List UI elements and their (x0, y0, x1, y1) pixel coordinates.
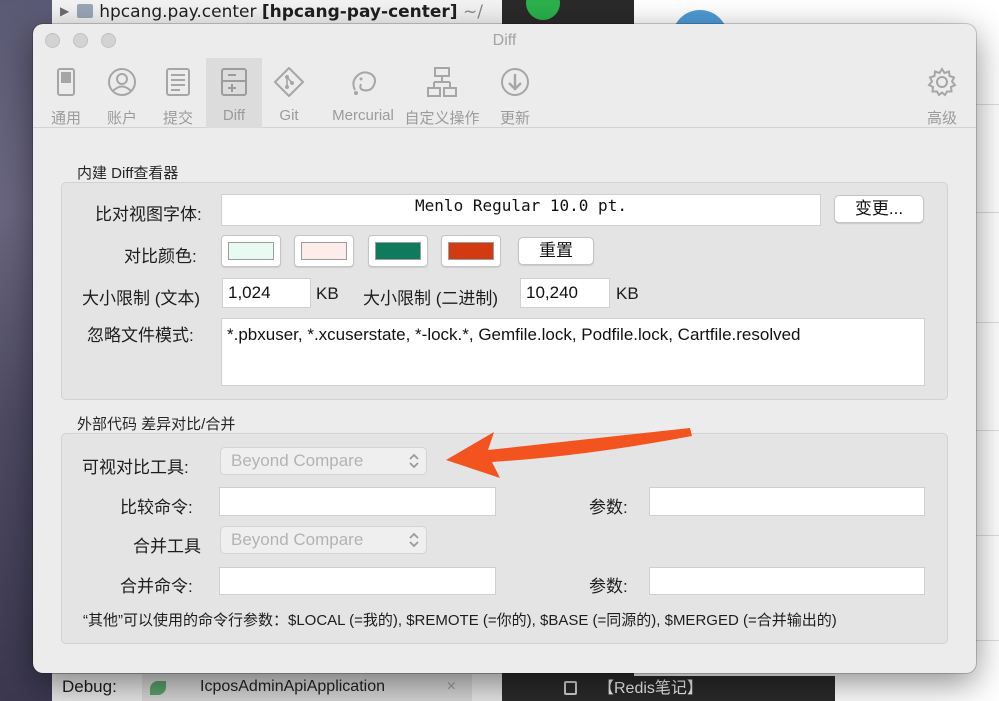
title-bar[interactable]: Diff (33, 24, 976, 58)
added-highlight-fill (375, 242, 421, 260)
note-tab-bar[interactable]: 【Redis笔记】 (502, 676, 835, 701)
tab-accounts-label: 账户 (106, 110, 137, 127)
ide-debug-bar: Debug: IcposAdminApiApplication × (52, 673, 502, 701)
merge-tool-value: Beyond Compare (231, 530, 364, 549)
color-label: 对比颜色: (124, 247, 197, 266)
diff-icon (218, 66, 250, 98)
added-highlight-swatch[interactable] (368, 235, 428, 267)
change-font-button[interactable]: 变更... (834, 195, 924, 223)
ignore-pattern-label: 忽略文件模式: (87, 326, 194, 345)
tab-diff-label: Diff (222, 107, 246, 124)
compare-command-input[interactable] (219, 487, 496, 516)
compare-command-label: 比较命令: (120, 498, 193, 517)
compare-args-label: 参数: (589, 498, 628, 517)
switch-icon (50, 66, 82, 98)
reset-colors-button[interactable]: 重置 (518, 237, 594, 265)
removed-highlight-swatch[interactable] (441, 235, 501, 267)
command-variables-note: “其他”可以使用的命令行参数：$LOCAL (=我的), $REMOTE (=你… (83, 612, 837, 629)
close-tab-icon[interactable]: × (447, 674, 456, 700)
added-color-fill (228, 242, 274, 260)
project-path: ~/ (463, 2, 483, 22)
tab-accounts[interactable]: 账户 (95, 58, 149, 128)
tab-git[interactable]: Git (263, 58, 315, 128)
project-name: hpcang.pay.center (99, 2, 257, 22)
tab-commit-label: 提交 (162, 110, 193, 127)
tab-git-label: Git (279, 107, 299, 124)
run-config-name: IcposAdminApiApplication (200, 678, 385, 695)
commit-icon (162, 66, 194, 98)
size-limit-binary-input[interactable]: 10,240 (520, 278, 610, 308)
folder-icon (77, 4, 94, 18)
compare-args-input[interactable] (649, 487, 925, 516)
tab-custom-actions[interactable]: 自定义操作 (400, 58, 484, 128)
ide-project-tree-row[interactable]: ▶ hpcang.pay.center [hpcang-pay-center] ~… (52, 0, 507, 24)
tab-advanced-label: 高级 (926, 110, 957, 127)
tab-advanced[interactable]: 高级 (915, 58, 969, 128)
merge-tool-select[interactable]: Beyond Compare (220, 526, 427, 554)
tab-custom-actions-label: 自定义操作 (404, 110, 480, 127)
tab-general-label: 通用 (50, 110, 81, 127)
tab-mercurial[interactable]: Mercurial (318, 58, 408, 128)
removed-color-fill (301, 242, 347, 260)
font-display-field: Menlo Regular 10.0 pt. (221, 194, 821, 226)
tab-diff[interactable]: Diff (206, 58, 262, 128)
expand-triangle-icon[interactable]: ▶ (60, 0, 69, 22)
spring-leaf-icon (150, 681, 166, 695)
account-icon (106, 66, 138, 98)
custom-actions-icon (426, 66, 458, 98)
update-icon (499, 66, 531, 98)
project-module: [hpcang-pay-center] (261, 2, 458, 22)
external-diff-group-title: 外部代码 差异对比/合并 (77, 416, 236, 433)
git-icon (273, 66, 305, 98)
debug-label: Debug: (62, 677, 117, 696)
preferences-window: Diff 通用 账户 提交 Diff Git Mercurial 自定义操作 更… (33, 24, 976, 673)
tab-mercurial-label: Mercurial (332, 107, 394, 124)
size-limit-text-label: 大小限制 (文本) (82, 289, 201, 308)
visual-tool-value: Beyond Compare (231, 451, 364, 470)
merge-tool-label: 合并工具 (133, 537, 201, 556)
ignore-pattern-textarea[interactable]: *.pbxuser, *.xcuserstate, *-lock.*, Gemf… (221, 318, 925, 386)
mercurial-icon (347, 66, 379, 98)
visual-tool-select[interactable]: Beyond Compare (220, 447, 427, 475)
gear-icon (926, 66, 958, 98)
removed-highlight-fill (448, 242, 494, 260)
removed-color-swatch[interactable] (294, 235, 354, 267)
tab-general[interactable]: 通用 (39, 58, 93, 128)
note-tab-title: 【Redis笔记】 (598, 680, 703, 697)
updown-chevron-icon (408, 531, 420, 549)
merge-args-input[interactable] (649, 567, 925, 595)
tab-commit[interactable]: 提交 (151, 58, 205, 128)
merge-args-label: 参数: (589, 577, 628, 596)
merge-command-label: 合并命令: (120, 577, 193, 596)
font-label: 比对视图字体: (95, 205, 202, 224)
builtin-diff-group-title: 内建 Diff查看器 (77, 165, 179, 182)
note-icon (564, 681, 577, 695)
tab-update-label: 更新 (499, 110, 530, 127)
added-color-swatch[interactable] (221, 235, 281, 267)
merge-command-input[interactable] (219, 567, 496, 595)
preferences-toolbar: 通用 账户 提交 Diff Git Mercurial 自定义操作 更新 高级 (33, 58, 976, 128)
tab-update[interactable]: 更新 (488, 58, 542, 128)
size-limit-binary-label: 大小限制 (二进制) (363, 289, 499, 308)
size-limit-text-input[interactable]: 1,024 (222, 278, 311, 308)
size-limit-binary-unit: KB (616, 284, 639, 303)
visual-tool-label: 可视对比工具: (82, 458, 189, 477)
size-limit-text-unit: KB (316, 284, 339, 303)
run-config-tab[interactable]: IcposAdminApiApplication × (142, 674, 472, 701)
updown-chevron-icon (408, 452, 420, 470)
window-title: Diff (492, 32, 517, 49)
